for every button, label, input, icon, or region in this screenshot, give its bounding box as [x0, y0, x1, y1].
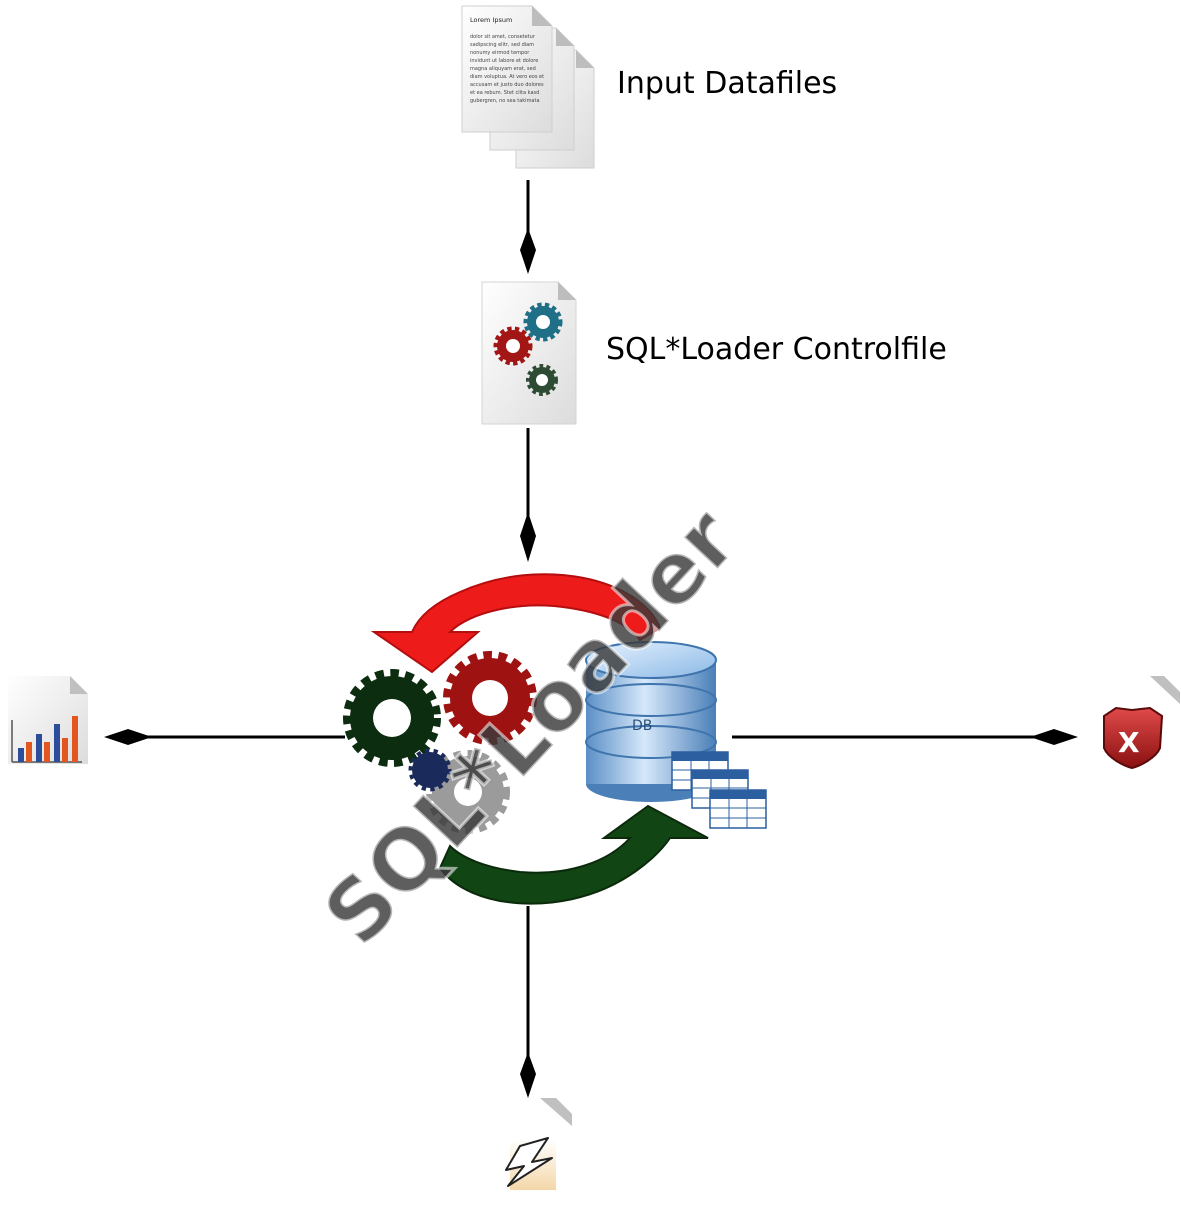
controlfile-label: SQL*Loader Controlfile: [606, 332, 947, 367]
error-x-glyph: X: [1118, 726, 1140, 759]
chart-bar: [44, 742, 50, 762]
connector-loader-to-discard: [520, 906, 536, 1098]
document-title: Lorem Ipsum: [470, 16, 512, 24]
chart-bar: [36, 734, 42, 762]
chart-bar: [54, 724, 60, 762]
red-gear-icon: [493, 326, 533, 366]
sql-loader-logo-icon: DB SQL*Loader: [303, 488, 767, 965]
bar-chart-document-icon: [8, 676, 88, 764]
chart-bar: [62, 738, 68, 762]
table-grid-icon: [671, 751, 767, 829]
input-datafiles-label: Input Datafiles: [617, 66, 838, 101]
chart-bar: [26, 742, 32, 762]
db-label: DB: [632, 718, 652, 734]
connector-control-to-loader: [520, 428, 536, 562]
teal-gear-icon: [523, 302, 563, 342]
document-line: sadipscing elitr, sed diam: [470, 42, 534, 48]
error-shield-icon: X: [1103, 676, 1180, 770]
dark-green-gear-icon: [343, 669, 441, 767]
connector-loader-to-bad: [732, 729, 1078, 745]
document-line: dolor sit amet, consetetur: [470, 34, 536, 40]
lightning-document-icon: [505, 1098, 572, 1190]
document-line: accusam et justo duo dolores: [470, 82, 544, 88]
connector-datafiles-to-control: [520, 180, 536, 274]
document-line: et ea rebum. Stet clita kasd: [470, 90, 539, 96]
connector-loader-to-log: [104, 729, 345, 745]
document-line: nonumy eirmod tempor: [470, 50, 530, 56]
document-front: Lorem Ipsum dolor sit amet, consetetur s…: [461, 5, 553, 133]
diagram-canvas: Lorem Ipsum dolor sit amet, consetetur s…: [8, 5, 1180, 1190]
gears-document-icon: [481, 281, 577, 425]
chart-bar: [72, 716, 78, 762]
green-gear-icon: [526, 364, 558, 396]
document-line: diam voluptua. At vero eos et: [470, 74, 544, 80]
document-line: invidunt ut labore et dolore: [470, 58, 538, 64]
document-line: gubergren, no sea takimata: [470, 98, 540, 104]
document-line: magna aliquyam erat, sed: [470, 66, 536, 72]
chart-bar: [18, 748, 24, 762]
stacked-document-icon: Lorem Ipsum dolor sit amet, consetetur s…: [461, 5, 595, 169]
